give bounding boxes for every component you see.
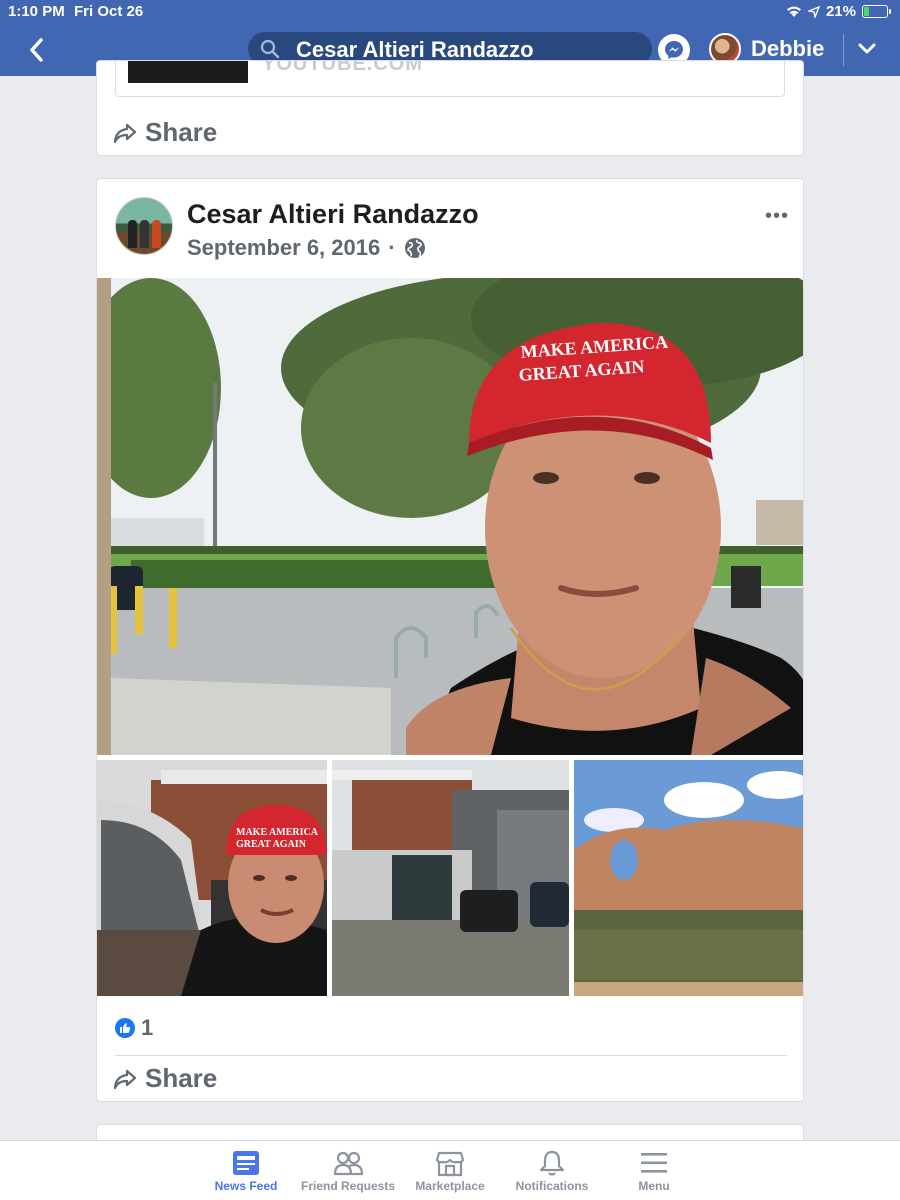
status-time: 1:10 PM	[8, 3, 65, 20]
tab-notifications[interactable]: Notifications	[501, 1141, 603, 1200]
meta-separator: ·	[388, 235, 396, 260]
like-count: 1	[141, 1015, 154, 1040]
hamburger-icon	[641, 1153, 667, 1173]
author-avatar[interactable]	[115, 197, 173, 255]
tab-menu[interactable]: Menu	[603, 1141, 705, 1200]
like-reaction-icon	[115, 1018, 135, 1038]
status-date: Fri Oct 26	[74, 3, 144, 20]
location-arrow-icon	[807, 5, 820, 18]
battery-percent: 21%	[825, 3, 856, 20]
back-chevron-icon[interactable]	[26, 36, 48, 64]
tab-label: Notifications	[515, 1179, 589, 1193]
status-indicators: 21%	[786, 3, 891, 20]
post-meta: September 6, 2016 ·	[187, 235, 426, 261]
friends-icon	[333, 1151, 363, 1176]
post-divider	[115, 1055, 787, 1056]
globe-icon	[404, 238, 425, 258]
post-card: Cesar Altieri Randazzo September 6, 2016…	[96, 178, 804, 1102]
battery-icon	[862, 5, 891, 18]
reactions-summary[interactable]: 1	[115, 1015, 153, 1041]
tab-news-feed[interactable]: News Feed	[195, 1141, 297, 1200]
tab-friend-requests[interactable]: Friend Requests	[297, 1141, 399, 1200]
share-button[interactable]: Share	[113, 117, 217, 148]
news-feed-icon	[233, 1151, 259, 1175]
bottom-tab-bar: News Feed Friend Requests Marketplace No…	[0, 1140, 900, 1200]
post-share-button[interactable]: Share	[113, 1063, 217, 1094]
share-icon	[113, 123, 137, 143]
link-preview[interactable]: YOUTUBE.COM	[115, 61, 785, 97]
tab-label: Friend Requests	[300, 1179, 396, 1193]
status-bar: 1:10 PM Fri Oct 26 21%	[0, 0, 900, 24]
marketplace-icon	[435, 1151, 465, 1177]
share-icon	[113, 1069, 137, 1089]
previous-post-card: YOUTUBE.COM Share	[96, 60, 804, 156]
search-icon	[260, 39, 280, 59]
thumb-hat-text-1: MAKE AMERICA	[236, 827, 319, 838]
link-domain: YOUTUBE.COM	[262, 61, 423, 75]
post-author[interactable]: Cesar Altieri Randazzo	[187, 199, 479, 230]
share-label: Share	[145, 117, 218, 147]
wifi-icon	[786, 6, 801, 17]
post-date[interactable]: September 6, 2016	[187, 235, 380, 261]
username[interactable]: Debbie	[751, 36, 824, 62]
post-photo-thumb-3[interactable]	[574, 760, 803, 996]
tab-label: Menu	[638, 1179, 670, 1193]
link-thumbnail	[128, 61, 248, 83]
share-label: Share	[145, 1063, 218, 1093]
post-photo-main[interactable]: MAKE AMERICA GREAT AGAIN	[97, 278, 803, 755]
tab-label: News Feed	[214, 1179, 278, 1193]
bell-icon	[539, 1150, 565, 1176]
tab-marketplace[interactable]: Marketplace	[399, 1141, 501, 1200]
more-options-button[interactable]: •••	[765, 205, 789, 228]
dropdown-chevron-icon[interactable]	[858, 42, 876, 56]
header-divider	[843, 34, 844, 66]
messenger-icon	[665, 41, 683, 59]
post-photo-thumb-2[interactable]	[332, 760, 569, 996]
post-photo-thumb-1[interactable]: MAKE AMERICA GREAT AGAIN	[97, 760, 327, 996]
tab-label: Marketplace	[415, 1179, 485, 1193]
thumb-hat-text-2: GREAT AGAIN	[236, 839, 307, 850]
